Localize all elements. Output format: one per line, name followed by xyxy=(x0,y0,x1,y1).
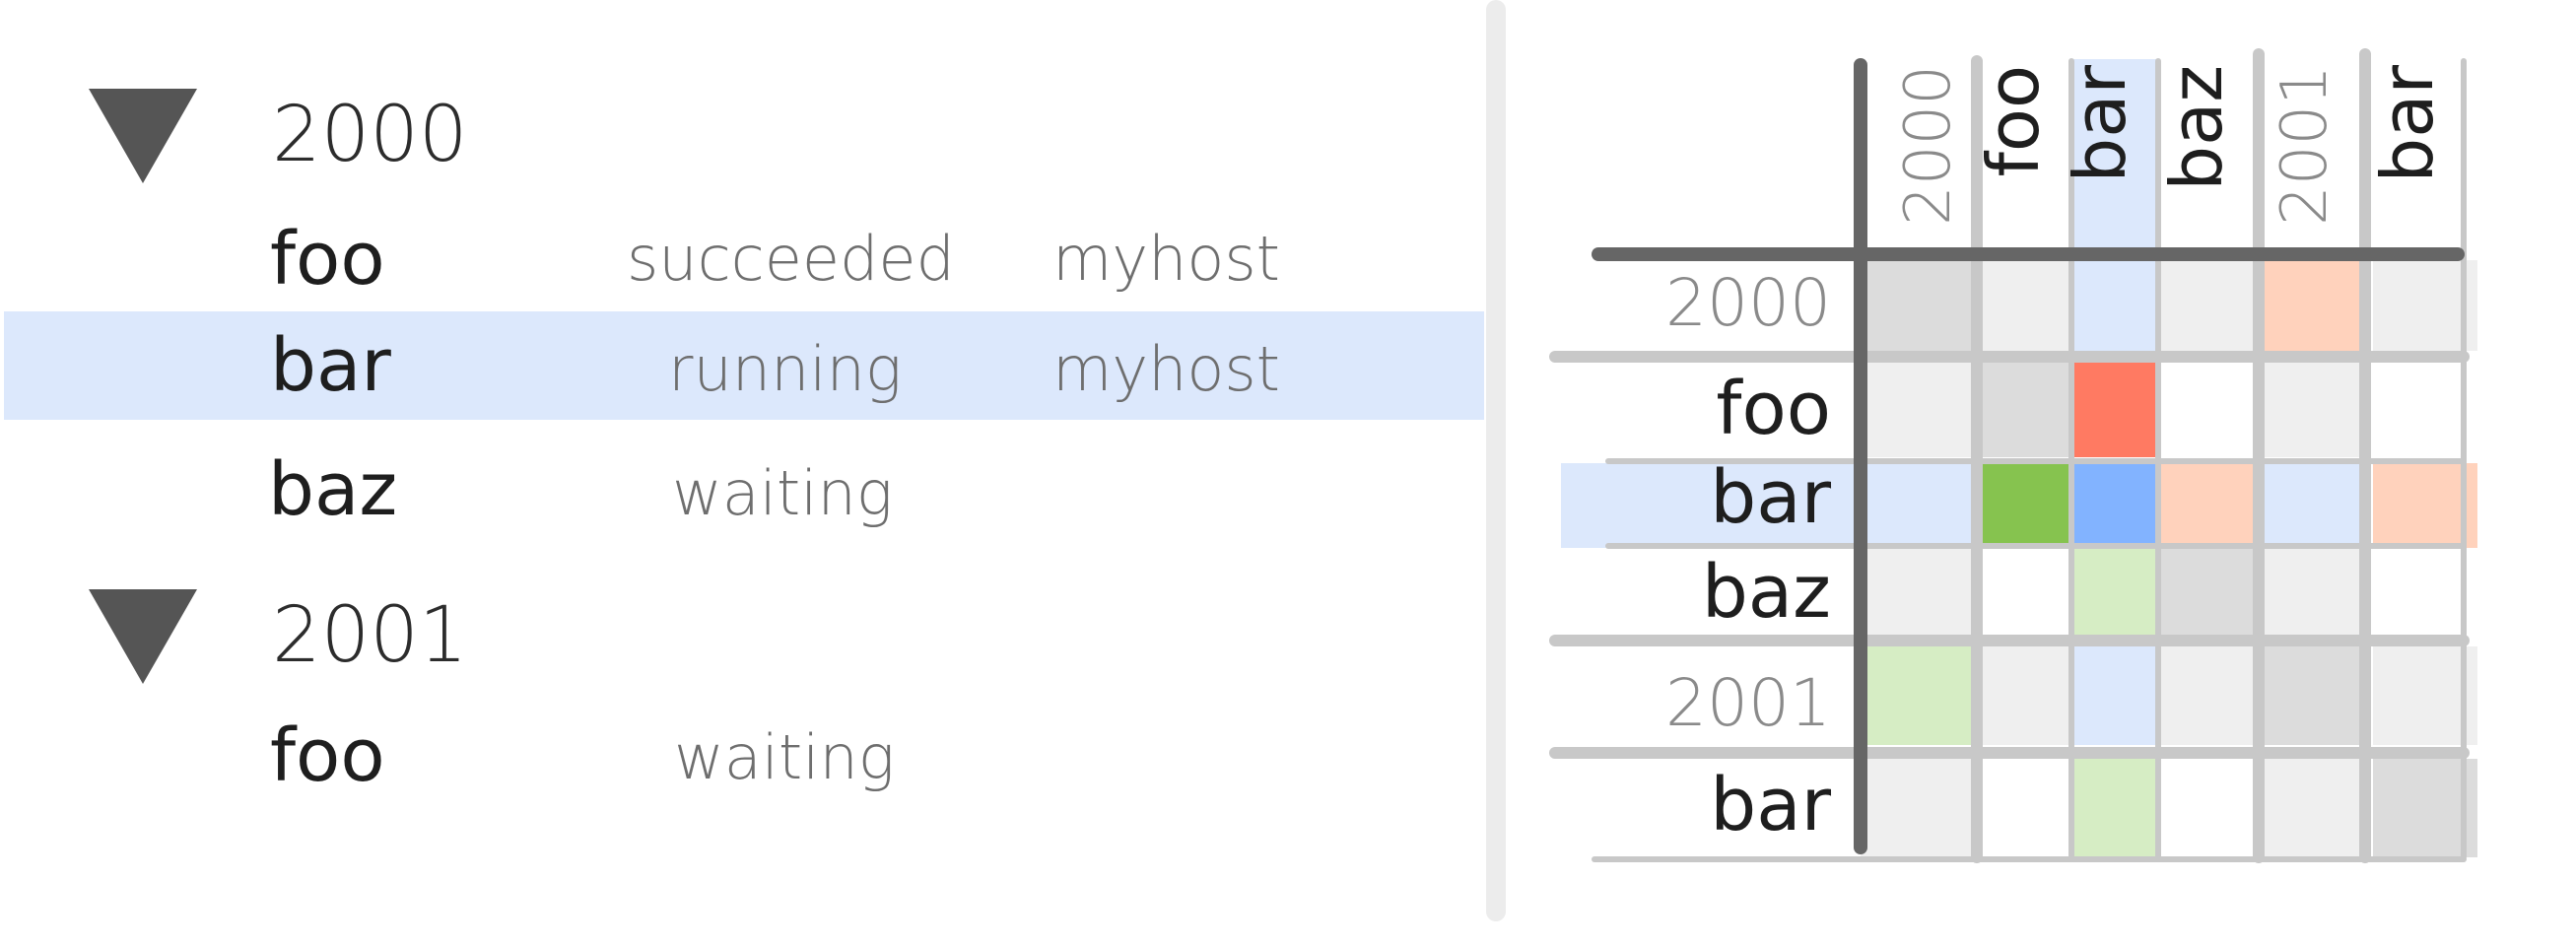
row-label: bar xyxy=(1710,455,1831,540)
matrix-cell xyxy=(2073,759,2158,857)
matrix-cell xyxy=(2160,463,2259,548)
group-label[interactable]: 2000 xyxy=(272,97,468,173)
matrix-cell xyxy=(1979,463,2069,548)
task-name[interactable]: bar xyxy=(270,329,391,402)
column-label: baz xyxy=(2155,65,2238,191)
matrix-cell xyxy=(2160,260,2259,351)
task-name[interactable]: baz xyxy=(268,453,397,526)
triangle-down-icon[interactable] xyxy=(89,589,197,684)
matrix-cell xyxy=(1979,363,2069,457)
column-label: 2001 xyxy=(2269,65,2341,226)
task-tree: 2000 foo succeeded myhost bar running my… xyxy=(0,0,1488,948)
matrix-cell xyxy=(1861,548,1975,641)
matrix-cell xyxy=(2073,463,2158,548)
row-label: 2001 xyxy=(1665,665,1831,741)
pane-divider[interactable] xyxy=(1486,0,1506,921)
matrix-cell xyxy=(1979,759,2069,857)
matrix-cell xyxy=(1861,463,1975,548)
matrix-cell xyxy=(2263,646,2367,745)
matrix-cell xyxy=(2263,548,2367,641)
row-label: baz xyxy=(1702,550,1831,635)
matrix-cell xyxy=(2263,363,2367,457)
matrix-cell xyxy=(1861,260,1975,351)
task-status: waiting xyxy=(674,721,895,793)
matrix-cell xyxy=(2073,363,2158,457)
matrix-cell xyxy=(2073,548,2158,641)
task-status: succeeded xyxy=(627,223,955,295)
matrix-cell xyxy=(2160,363,2259,457)
row-label: foo xyxy=(1716,367,1831,451)
matrix-cell xyxy=(2160,548,2259,641)
matrix-cell xyxy=(2160,646,2259,745)
matrix-cell xyxy=(1979,646,2069,745)
task-status: waiting xyxy=(672,457,893,529)
task-name[interactable]: foo xyxy=(270,223,385,296)
column-label: 2000 xyxy=(1892,65,1965,226)
task-host: myhost xyxy=(1052,333,1280,405)
matrix-cell xyxy=(2073,260,2158,351)
matrix-cell xyxy=(1979,260,2069,351)
matrix-cell xyxy=(1979,548,2069,641)
matrix-cell xyxy=(1861,759,1975,857)
matrix-cell xyxy=(2263,463,2367,548)
task-name[interactable]: foo xyxy=(270,719,385,792)
column-label: foo xyxy=(1972,65,2055,176)
row-label: bar xyxy=(1710,763,1831,847)
triangle-down-icon[interactable] xyxy=(89,89,197,183)
matrix-cell xyxy=(2263,260,2367,351)
matrix-cell xyxy=(2073,646,2158,745)
column-label: bar xyxy=(2366,65,2449,183)
task-host: myhost xyxy=(1052,223,1280,295)
matrix-cell xyxy=(2160,759,2259,857)
group-label[interactable]: 2001 xyxy=(272,597,468,674)
matrix-cell xyxy=(2263,759,2367,857)
task-status: running xyxy=(668,333,903,405)
matrix-cell xyxy=(1861,646,1975,745)
column-label: bar xyxy=(2059,65,2141,183)
matrix-cell xyxy=(1861,363,1975,457)
row-label: 2000 xyxy=(1665,265,1831,341)
dependency-matrix: 2000foobarbaz2001bar2000 foo bar baz 2001 bar xyxy=(1549,48,2477,863)
